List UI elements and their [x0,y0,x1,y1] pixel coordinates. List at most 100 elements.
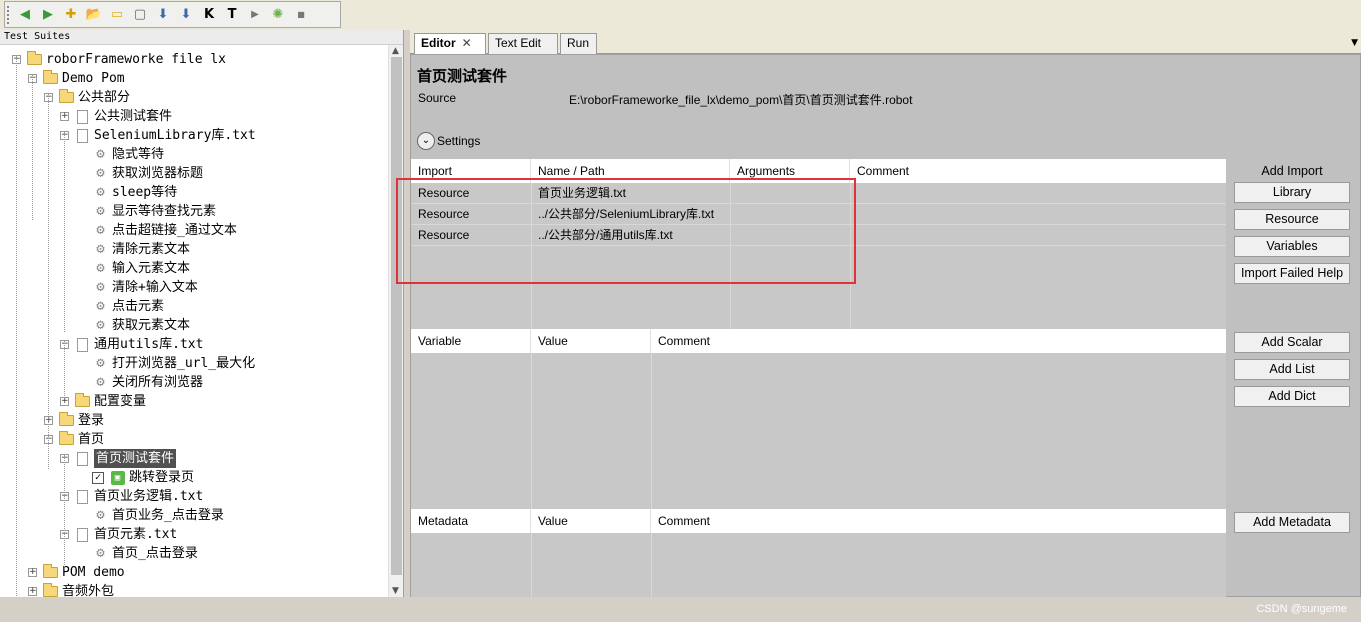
tree-suite[interactable]: + 公共测试套件 [60,107,172,126]
new-file-icon[interactable]: ✚ [61,5,81,25]
text-search-icon[interactable]: T [222,5,242,25]
column-divider [531,533,532,598]
tree-node-label: 首页测试套件 [94,449,177,468]
scroll-thumb[interactable] [391,57,402,575]
tree-folder[interactable]: − 首页 [44,430,104,449]
tree-connector [16,56,17,608]
scroll-up-icon[interactable]: ▲ [392,46,399,56]
add-scalar-button[interactable]: Add Scalar [1234,332,1350,353]
variable-table[interactable]: Variable Value Comment [411,329,1226,509]
debug-icon[interactable]: ✺ [268,5,288,25]
add-list-button[interactable]: Add List [1234,359,1350,380]
icon-shape: ⚙ [96,317,105,333]
tree-connector [64,340,65,398]
gear-icon: ⚙ [92,355,109,371]
tab-run[interactable]: Run [560,33,597,54]
variables-button[interactable]: Variables [1234,236,1350,257]
tree-folder[interactable]: − 公共部分 [44,88,130,107]
gear-icon: ⚙ [92,146,109,162]
icon-shape: ⚙ [96,260,105,276]
tree-keyword[interactable]: ⚙ 首页业务_点击登录 [78,506,224,525]
tree-node-label: 点击超链接_通过文本 [112,223,237,238]
tree-keyword[interactable]: ⚙ 显示等待查找元素 [78,202,216,221]
tree-test-case[interactable]: ✓ ▣ 跳转登录页 [78,468,194,487]
import-type[interactable]: Resource [411,204,469,225]
import-failed-help-button[interactable]: Import Failed Help [1234,263,1350,284]
suite-title: 首页测试套件 [417,68,508,85]
tree-keyword[interactable]: ⚙ sleep等待 [78,183,177,202]
tree-resource[interactable]: − SeleniumLibrary库.txt [60,126,256,145]
tree-folder[interactable]: + 登录 [44,411,104,430]
save-all-icon[interactable]: ⬇ [176,5,196,25]
tree-keyword[interactable]: ⚙ 点击超链接_通过文本 [78,221,237,240]
tree-node-label: 显示等待查找元素 [112,204,217,219]
table-row[interactable]: Resource 首页业务逻辑.txt [411,183,1226,204]
tree-node-label: SeleniumLibrary库.txt [94,128,256,143]
settings-toggle[interactable]: ⌄ Settings [417,130,480,152]
tree-keyword[interactable]: ⚙ 输入元素文本 [78,259,190,278]
add-metadata-button[interactable]: Add Metadata [1234,512,1350,533]
new-folder-icon[interactable]: ▭ [107,5,127,25]
keyword-search-icon[interactable]: K [199,5,219,25]
chevron-down-icon[interactable]: ▼ [1351,38,1358,48]
expand-icon[interactable]: + [60,112,69,121]
tree-keyword[interactable]: ⚙ 获取元素文本 [78,316,190,335]
import-type[interactable]: Resource [411,225,469,246]
import-path[interactable]: ../公共部分/通用utils库.txt [531,225,673,246]
tab-text-edit[interactable]: Text Edit [488,33,558,54]
expand-icon[interactable]: + [60,397,69,406]
tree-keyword[interactable]: ⚙ 清除元素文本 [78,240,190,259]
icon-shape [59,412,74,426]
table-row[interactable]: Resource ../公共部分/SeleniumLibrary库.txt [411,204,1226,225]
import-path[interactable]: 首页业务逻辑.txt [531,183,626,204]
tree-header: Test Suites [0,30,403,45]
open-folder-icon[interactable]: 📂 [84,5,104,25]
forward-icon[interactable]: ▶ [38,5,58,25]
icon-shape: ⚙ [96,374,105,390]
metadata-table[interactable]: Metadata Value Comment [411,509,1226,598]
tab-editor[interactable]: Editor ✕ [414,33,486,55]
tree-keyword[interactable]: ⚙ 关闭所有浏览器 [78,373,203,392]
toolbar-grip[interactable] [7,6,11,24]
gear-icon: ⚙ [92,507,109,523]
tree-folder[interactable]: + POM demo [28,563,125,582]
back-icon[interactable]: ◀ [15,5,35,25]
import-table[interactable]: Import Name / Path Arguments Comment Res… [411,159,1226,329]
checkbox[interactable]: ✓ [92,471,104,484]
import-type[interactable]: Resource [411,183,469,204]
tree-resource[interactable]: − 通用utils库.txt [60,335,203,354]
tree-keyword[interactable]: ⚙ 点击元素 [78,297,164,316]
library-button[interactable]: Library [1234,182,1350,203]
tree-suite-selected[interactable]: − 首页测试套件 [60,449,177,468]
tree-node-label: 首页业务逻辑.txt [94,489,204,504]
expand-icon[interactable]: + [28,587,37,596]
tree-node-label: 隐式等待 [112,147,165,162]
tree-resource[interactable]: − 首页元素.txt [60,525,177,544]
resource-button[interactable]: Resource [1234,209,1350,230]
table-row[interactable]: Resource ../公共部分/通用utils库.txt [411,225,1226,246]
tree-keyword[interactable]: ⚙ 清除+输入文本 [78,278,198,297]
scroll-down-icon[interactable]: ▼ [392,586,399,596]
tree-keyword[interactable]: ⚙ 隐式等待 [78,145,164,164]
gear-icon: ⚙ [92,222,109,238]
tree-scrollbar[interactable]: ▲ ▼ [388,45,403,597]
icon-shape [77,527,88,542]
icon-shape: ⚙ [96,146,105,162]
save-icon[interactable]: ⬇ [153,5,173,25]
close-icon[interactable]: ✕ [462,36,472,50]
page-icon[interactable]: ▢ [130,5,150,25]
tree-keyword[interactable]: ⚙ 首页_点击登录 [78,544,198,563]
col-metadata: Metadata [411,509,531,533]
tree-resource[interactable]: + 配置变量 [60,392,146,411]
add-dict-button[interactable]: Add Dict [1234,386,1350,407]
tree-node-label: 首页_点击登录 [112,546,198,561]
run-icon[interactable]: ▶ [245,5,265,25]
expand-icon[interactable]: + [28,568,37,577]
tree-keyword[interactable]: ⚙ 打开浏览器_url_最大化 [78,354,255,373]
stop-icon[interactable]: ■ [291,5,311,25]
import-path[interactable]: ../公共部分/SeleniumLibrary库.txt [531,204,714,225]
tree-root-suite[interactable]: − roborFrameworke file lx [12,50,226,69]
tree-keyword[interactable]: ⚙ 获取浏览器标题 [78,164,203,183]
tree-resource[interactable]: − 首页业务逻辑.txt [60,487,203,506]
tree-folder[interactable]: − Demo Pom [28,69,125,88]
